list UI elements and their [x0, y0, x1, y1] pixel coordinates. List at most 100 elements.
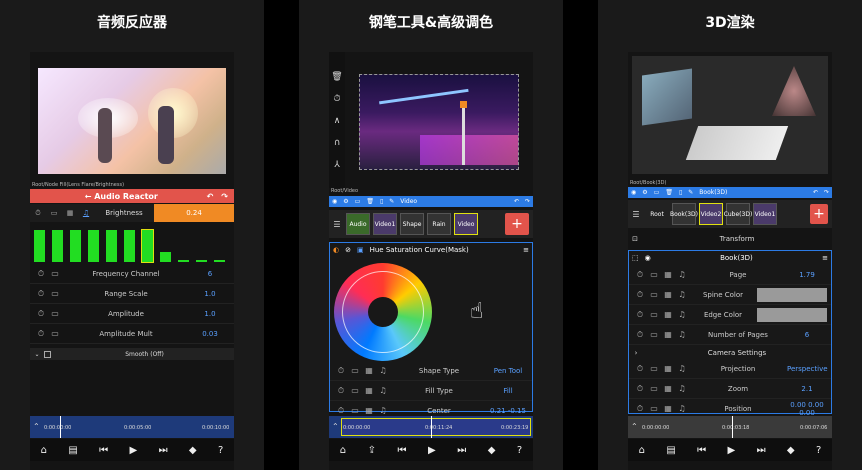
curve-point-icon[interactable]: ∩ [334, 138, 341, 148]
param-row[interactable]: ⏱ ▭ ▦ ♫ Edge Color [629, 305, 831, 325]
home-icon[interactable]: ⌂ [340, 445, 346, 456]
layer-thumb[interactable]: Rain [427, 213, 451, 235]
3d-icon[interactable]: ⬚ [632, 254, 639, 262]
menu-icon[interactable]: ≡ [822, 254, 828, 262]
stopwatch-icon[interactable]: ⏱ [34, 309, 48, 319]
param-row[interactable]: ⏱ ▭ ▦ ♫ Number of Pages 6 [629, 325, 831, 345]
previous-icon[interactable]: ⏮ [697, 445, 706, 456]
param-row[interactable]: ⏱ ▭ Frequency Channel 6 [30, 264, 234, 284]
param-row[interactable]: ⏱ ▭ Amplitude Mult 0.03 [30, 324, 234, 344]
graph-icon[interactable]: ▭ [647, 290, 661, 299]
timeline[interactable]: ⌃ 0:00:00:00 0:00:11:24 0:00:23:19 [329, 416, 533, 438]
eye-icon[interactable]: ◉ [332, 198, 337, 205]
stopwatch-icon[interactable]: ⏱ [633, 364, 647, 374]
chevron-up-icon[interactable]: ⌃ [33, 422, 40, 431]
share-icon[interactable]: ⇪ [368, 445, 376, 456]
music-icon[interactable]: ♫ [78, 209, 94, 217]
brightness-row[interactable]: ⏱ ▭ ▦ ♫ Brightness 0.24 [30, 204, 234, 222]
add-layer-button[interactable]: + [505, 213, 529, 235]
pen-node-icon[interactable]: ⅄ [334, 160, 340, 170]
brightness-value[interactable]: 0.24 [154, 204, 234, 222]
stopwatch-icon[interactable]: ⏱ [633, 404, 647, 414]
layer-thumb[interactable]: Video [454, 213, 478, 235]
graph-icon[interactable]: ▭ [48, 329, 62, 338]
param-value[interactable]: 2.1 [787, 385, 827, 393]
graph-icon[interactable]: ▭ [48, 269, 62, 278]
stopwatch-icon[interactable]: ⏱ [633, 384, 647, 394]
param-value[interactable]: Pen Tool [488, 367, 528, 375]
music-icon[interactable]: ♫ [675, 384, 689, 393]
pen-icon[interactable]: ✎ [688, 189, 693, 196]
previous-icon[interactable]: ⏮ [99, 445, 108, 456]
music-icon[interactable]: ♫ [675, 330, 689, 339]
param-row[interactable]: ⏱ ▭ Amplitude 1.0 [30, 304, 234, 324]
music-icon[interactable]: ♫ [376, 406, 390, 415]
stopwatch-icon[interactable]: ⏱ [334, 386, 348, 396]
graph-icon[interactable]: ▭ [647, 330, 661, 339]
stopwatch-icon[interactable]: ⏱ [334, 366, 348, 376]
eye-icon[interactable]: ◉ [645, 254, 651, 262]
graph-icon[interactable]: ▭ [48, 309, 62, 318]
play-icon[interactable]: ▶ [130, 445, 138, 456]
graph-icon[interactable]: ▭ [348, 386, 362, 395]
grid-icon[interactable]: ▦ [661, 330, 675, 339]
layers-icon[interactable]: ☰ [331, 220, 343, 229]
stopwatch-icon[interactable]: ⏱ [30, 209, 46, 218]
chevron-down-icon[interactable]: ⌄ [30, 351, 44, 358]
graph-icon[interactable]: ▭ [647, 384, 661, 393]
stopwatch-icon[interactable]: ⏱ [633, 310, 647, 320]
param-row[interactable]: ⏱ ▭ ▦ ♫ Page 1.79 [629, 265, 831, 285]
graph-icon[interactable]: ▭ [647, 310, 661, 319]
music-icon[interactable]: ♫ [675, 270, 689, 279]
graph-icon[interactable]: ▭ [647, 404, 661, 413]
grid-icon[interactable]: ▦ [661, 364, 675, 373]
param-value[interactable]: 6 [787, 331, 827, 339]
color-wheel[interactable] [334, 263, 432, 361]
play-icon[interactable]: ▶ [728, 445, 736, 456]
layers-icon[interactable]: ☰ [630, 210, 642, 219]
music-icon[interactable]: ♫ [675, 364, 689, 373]
color-swatch[interactable] [757, 287, 827, 302]
layer-thumb[interactable]: Video1 [753, 203, 777, 225]
grid-icon[interactable]: ▦ [661, 404, 675, 413]
home-icon[interactable]: ⌂ [639, 445, 645, 456]
trash-icon[interactable]: 🗑 [331, 72, 342, 82]
stopwatch-icon[interactable]: ⏱ [633, 330, 647, 340]
stopwatch-icon[interactable]: ⏱ [333, 94, 340, 104]
playhead[interactable] [431, 416, 432, 438]
param-value[interactable]: 1.0 [190, 310, 230, 318]
stopwatch-icon[interactable]: ⏱ [34, 289, 48, 299]
layer-thumb[interactable]: Audio [346, 213, 370, 235]
music-icon[interactable]: ♫ [675, 404, 689, 413]
param-row[interactable]: ⏱ ▭ ▦ ♫ Fill Type Fill [330, 381, 532, 401]
copy-icon[interactable]: ▯ [679, 189, 682, 196]
eye-icon[interactable]: ◉ [631, 189, 636, 196]
home-icon[interactable]: ⌂ [41, 445, 47, 456]
previous-icon[interactable]: ⏮ [398, 445, 407, 456]
next-icon[interactable]: ⏭ [159, 445, 168, 456]
menu-icon[interactable]: ≡ [523, 246, 529, 254]
grid-icon[interactable]: ▦ [661, 310, 675, 319]
grid-icon[interactable]: ▦ [362, 406, 376, 415]
smooth-row[interactable]: ⌄ Smooth (Off) [30, 348, 234, 360]
grid-icon[interactable]: ▦ [661, 384, 675, 393]
undo-icon[interactable]: ↶ [514, 198, 519, 205]
chevron-up-icon[interactable]: ⌃ [631, 422, 638, 431]
undo-icon[interactable]: ↶ [813, 189, 818, 196]
stopwatch-icon[interactable]: ⏱ [633, 290, 647, 300]
settings-icon[interactable]: ⚙ [343, 198, 348, 205]
comment-icon[interactable]: ▤ [666, 445, 675, 456]
layer-thumb[interactable]: Video1 [373, 213, 397, 235]
stopwatch-icon[interactable]: ⏱ [34, 269, 48, 279]
play-icon[interactable]: ▶ [428, 445, 436, 456]
graph-icon[interactable]: ▭ [48, 289, 62, 298]
grid-icon[interactable]: ▦ [661, 270, 675, 279]
graph-icon[interactable]: ▭ [46, 209, 62, 217]
trash-icon[interactable]: 🗑 [665, 189, 673, 196]
param-value[interactable]: Fill [488, 387, 528, 395]
param-row[interactable]: ⏱ ▭ ▦ ♫ Projection Perspective [629, 359, 831, 379]
transform-row[interactable]: ⊡ Transform [628, 232, 832, 246]
back-icon[interactable]: ← [85, 192, 92, 201]
layer-thumb[interactable]: Book(3D) [670, 203, 698, 225]
graph-icon[interactable]: ▭ [348, 366, 362, 375]
